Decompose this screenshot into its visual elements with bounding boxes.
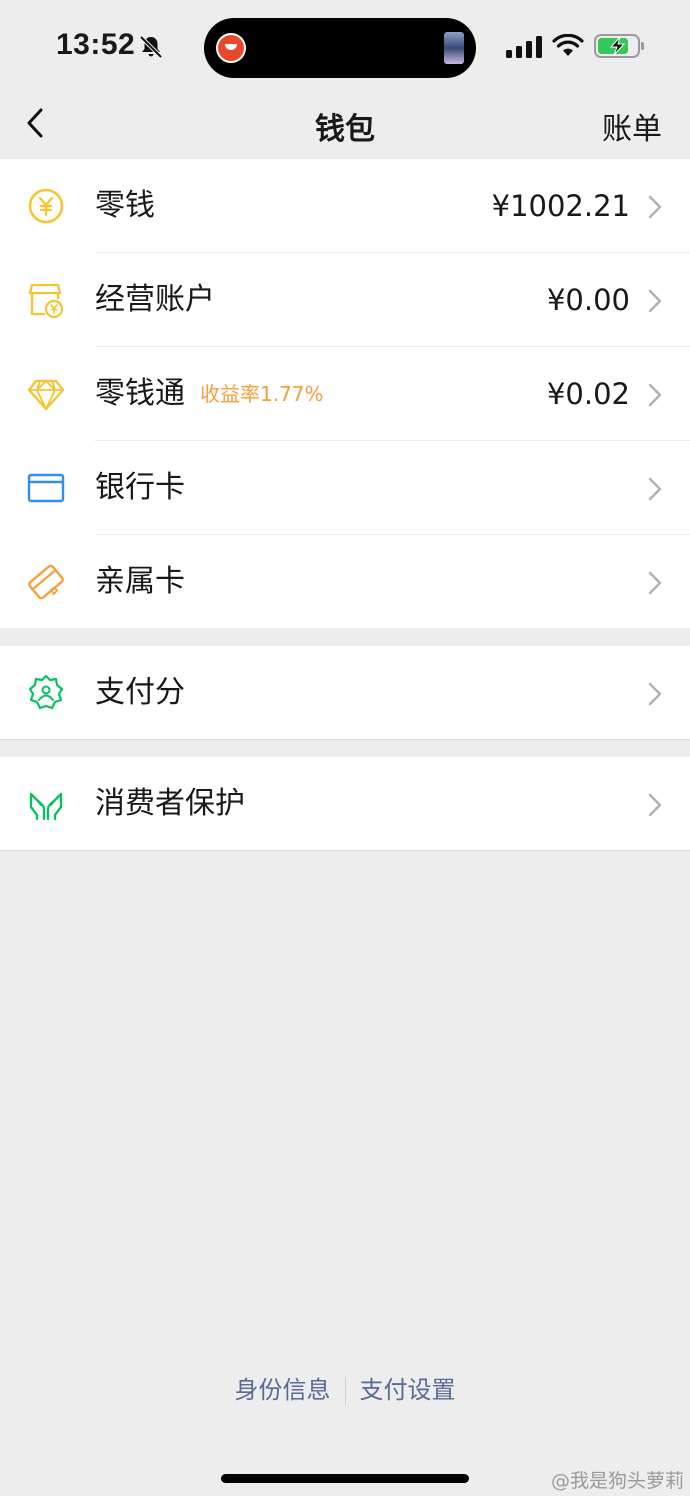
list-item-payscore[interactable]: 支付分 — [0, 646, 690, 740]
wallet-page: 13:52 钱包 账单 零钱 ¥1002.21 经营账户 ¥0.00 零钱通 收… — [0, 0, 690, 1496]
bank-card-icon — [27, 473, 65, 503]
payscore-badge-icon — [28, 674, 64, 710]
footer-links: 身份信息 支付设置 — [0, 1370, 690, 1405]
cellular-signal-icon — [506, 36, 542, 58]
diamond-icon — [27, 379, 65, 411]
item-label: 经营账户 — [95, 282, 215, 317]
family-card-icon — [28, 564, 64, 600]
chevron-right-icon — [648, 571, 662, 595]
album-art-thumbnail — [444, 32, 464, 64]
bill-button[interactable]: 账单 — [602, 104, 662, 148]
wallet-items-group: 零钱 ¥1002.21 经营账户 ¥0.00 零钱通 收益率1.77% ¥0.0… — [0, 158, 690, 628]
live-activity-app-icon — [216, 33, 246, 63]
item-label: 零钱通 — [95, 376, 185, 411]
item-value: ¥0.00 — [546, 283, 630, 317]
item-label: 消费者保护 — [95, 786, 245, 821]
consumer-protection-group: 消费者保护 — [0, 757, 690, 851]
watermark: @我是狗头萝莉 — [550, 1470, 684, 1492]
dynamic-island — [204, 18, 476, 78]
chevron-right-icon — [648, 682, 662, 706]
protect-hands-icon — [29, 792, 63, 821]
chevron-right-icon — [648, 195, 662, 219]
coin-yen-icon — [28, 188, 64, 224]
list-item-family-card[interactable]: 亲属卡 — [0, 535, 690, 629]
list-item-change[interactable]: 零钱 ¥1002.21 — [0, 159, 690, 253]
item-label: 银行卡 — [95, 470, 185, 505]
chevron-right-icon — [648, 477, 662, 501]
identity-info-link[interactable]: 身份信息 — [221, 1370, 345, 1405]
list-item-business-account[interactable]: 经营账户 ¥0.00 — [0, 253, 690, 347]
chevron-right-icon — [648, 289, 662, 313]
battery-charging-icon — [594, 34, 644, 58]
list-item-consumer-protection[interactable]: 消费者保护 — [0, 757, 690, 851]
item-label: 支付分 — [95, 675, 185, 710]
bell-muted-icon — [139, 35, 163, 59]
yield-rate-badge: 收益率1.77% — [200, 382, 324, 406]
item-value: ¥0.02 — [546, 377, 630, 411]
item-value: ¥1002.21 — [491, 189, 630, 223]
item-label: 零钱 — [95, 188, 155, 223]
payscore-group: 支付分 — [0, 646, 690, 740]
item-label: 亲属卡 — [95, 564, 185, 599]
chevron-right-icon — [648, 793, 662, 817]
list-item-bank-card[interactable]: 银行卡 — [0, 441, 690, 535]
list-item-lingqiantong[interactable]: 零钱通 收益率1.77% ¥0.02 — [0, 347, 690, 441]
status-time: 13:52 — [56, 28, 136, 61]
shop-account-icon — [28, 283, 64, 319]
wifi-icon — [552, 34, 584, 56]
status-bar: 13:52 — [0, 0, 690, 92]
nav-bar: 钱包 账单 — [0, 92, 690, 156]
page-title: 钱包 — [315, 112, 375, 147]
home-indicator[interactable] — [221, 1474, 469, 1483]
payment-settings-link[interactable]: 支付设置 — [346, 1370, 470, 1405]
chevron-right-icon — [648, 383, 662, 407]
